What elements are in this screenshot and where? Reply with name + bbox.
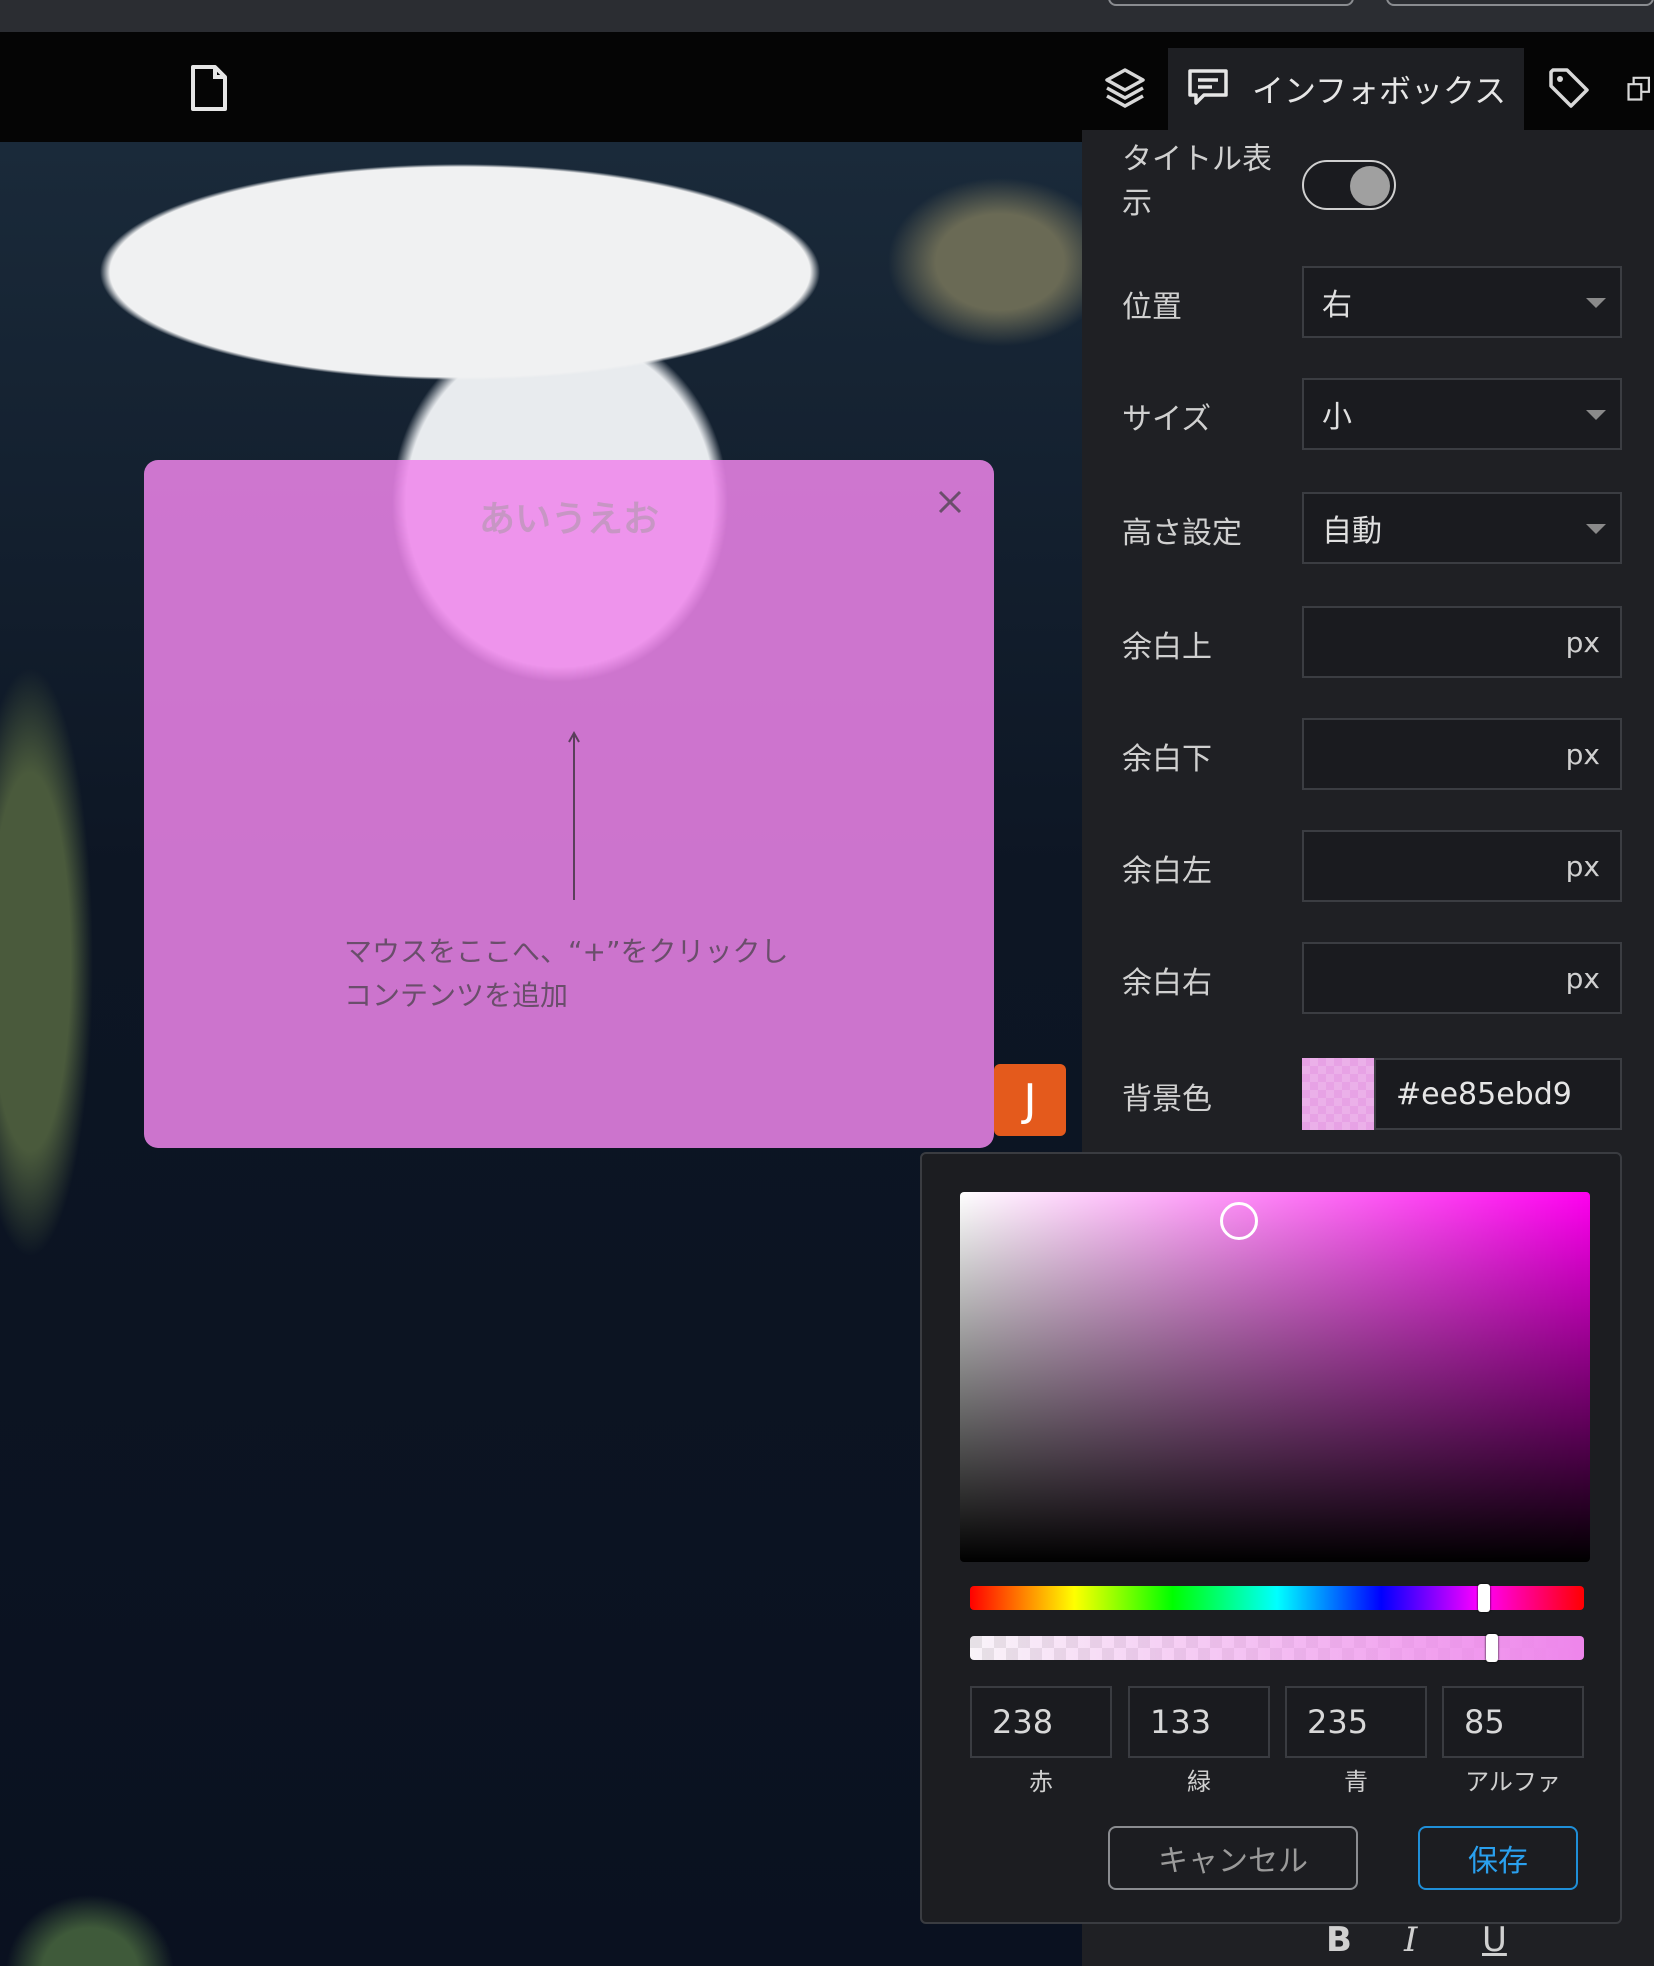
- margin-left-label: 余白左: [1122, 854, 1212, 889]
- underline-button[interactable]: U: [1482, 1920, 1507, 1960]
- title-display-label: タイトル表 示: [1122, 138, 1272, 226]
- toggle-knob: [1350, 166, 1390, 206]
- arrow-up-icon: [568, 730, 580, 902]
- red-label: 赤: [1029, 1768, 1053, 1796]
- margin-right-label: 余白右: [1122, 966, 1212, 1001]
- position-select[interactable]: 右: [1302, 266, 1622, 338]
- height-label: 高さ設定: [1122, 516, 1242, 551]
- title-display-label-line1: タイトル表: [1122, 142, 1272, 177]
- height-select-value: 自動: [1322, 514, 1382, 549]
- document-icon[interactable]: [184, 62, 234, 114]
- green-input[interactable]: 133: [1128, 1686, 1270, 1758]
- saturation-value-area[interactable]: [960, 1192, 1590, 1562]
- avatar[interactable]: J: [994, 1064, 1066, 1136]
- hue-slider-handle[interactable]: [1478, 1584, 1490, 1612]
- unit-px: px: [1565, 625, 1600, 659]
- position-select-value: 右: [1322, 288, 1352, 323]
- alpha-input[interactable]: 85: [1442, 1686, 1584, 1758]
- green-label: 緑: [1187, 1768, 1211, 1796]
- title-display-label-line2: 示: [1122, 186, 1152, 221]
- margin-bottom-input[interactable]: px: [1302, 718, 1622, 790]
- unit-px: px: [1565, 961, 1600, 995]
- chevron-down-icon: [1586, 524, 1606, 534]
- window-top-strip: [0, 0, 1654, 32]
- background-color-label: 背景色: [1122, 1082, 1212, 1117]
- infobox-preview[interactable]: あいうえお マウスをここへ、“+”をクリックし コンテンツを追加: [144, 460, 994, 1148]
- tag-icon[interactable]: [1544, 62, 1594, 114]
- comment-icon: [1186, 67, 1230, 111]
- tab-infobox-label: インフォボックス: [1252, 72, 1507, 110]
- tab-infobox[interactable]: インフォボックス: [1168, 48, 1524, 130]
- cancel-button[interactable]: キャンセル: [1108, 1826, 1358, 1890]
- chevron-down-icon: [1586, 298, 1606, 308]
- background-color-input[interactable]: #ee85ebd9: [1374, 1058, 1622, 1130]
- unit-px: px: [1565, 849, 1600, 883]
- margin-top-label: 余白上: [1122, 630, 1212, 665]
- margin-bottom-label: 余白下: [1122, 742, 1212, 777]
- top-pill-button[interactable]: [1108, 0, 1354, 6]
- title-display-toggle[interactable]: [1302, 160, 1396, 210]
- layers-icon[interactable]: [1100, 62, 1150, 114]
- alpha-label: アルファ: [1465, 1768, 1561, 1796]
- size-select-value: 小: [1322, 400, 1352, 435]
- blue-label: 青: [1344, 1768, 1368, 1796]
- top-toolbar: インフォボックス: [0, 32, 1654, 142]
- background-color-swatch[interactable]: [1302, 1058, 1374, 1130]
- chevron-down-icon: [1586, 410, 1606, 420]
- infobox-title: あいうえお: [478, 499, 659, 540]
- height-select[interactable]: 自動: [1302, 492, 1622, 564]
- alpha-slider-handle[interactable]: [1486, 1634, 1498, 1662]
- position-label: 位置: [1122, 290, 1182, 325]
- close-icon[interactable]: [932, 484, 968, 520]
- margin-right-input[interactable]: px: [1302, 942, 1622, 1014]
- unit-px: px: [1565, 737, 1600, 771]
- saturation-value-handle[interactable]: [1220, 1202, 1258, 1240]
- size-label: サイズ: [1122, 402, 1212, 437]
- save-button[interactable]: 保存: [1418, 1826, 1578, 1890]
- hint-line-1: マウスをここへ、“+”をクリックし: [344, 935, 789, 968]
- export-icon[interactable]: [1626, 62, 1654, 114]
- blue-input[interactable]: 235: [1285, 1686, 1427, 1758]
- size-select[interactable]: 小: [1302, 378, 1622, 450]
- top-pill-button[interactable]: [1386, 0, 1654, 6]
- hue-slider[interactable]: [970, 1586, 1584, 1610]
- hint-line-2: コンテンツを追加: [344, 979, 569, 1012]
- bold-button[interactable]: B: [1326, 1920, 1352, 1960]
- red-input[interactable]: 238: [970, 1686, 1112, 1758]
- margin-top-input[interactable]: px: [1302, 606, 1622, 678]
- italic-button[interactable]: I: [1404, 1920, 1417, 1960]
- add-content-hint: マウスをここへ、“+”をクリックし コンテンツを追加: [344, 930, 788, 1018]
- margin-left-input[interactable]: px: [1302, 830, 1622, 902]
